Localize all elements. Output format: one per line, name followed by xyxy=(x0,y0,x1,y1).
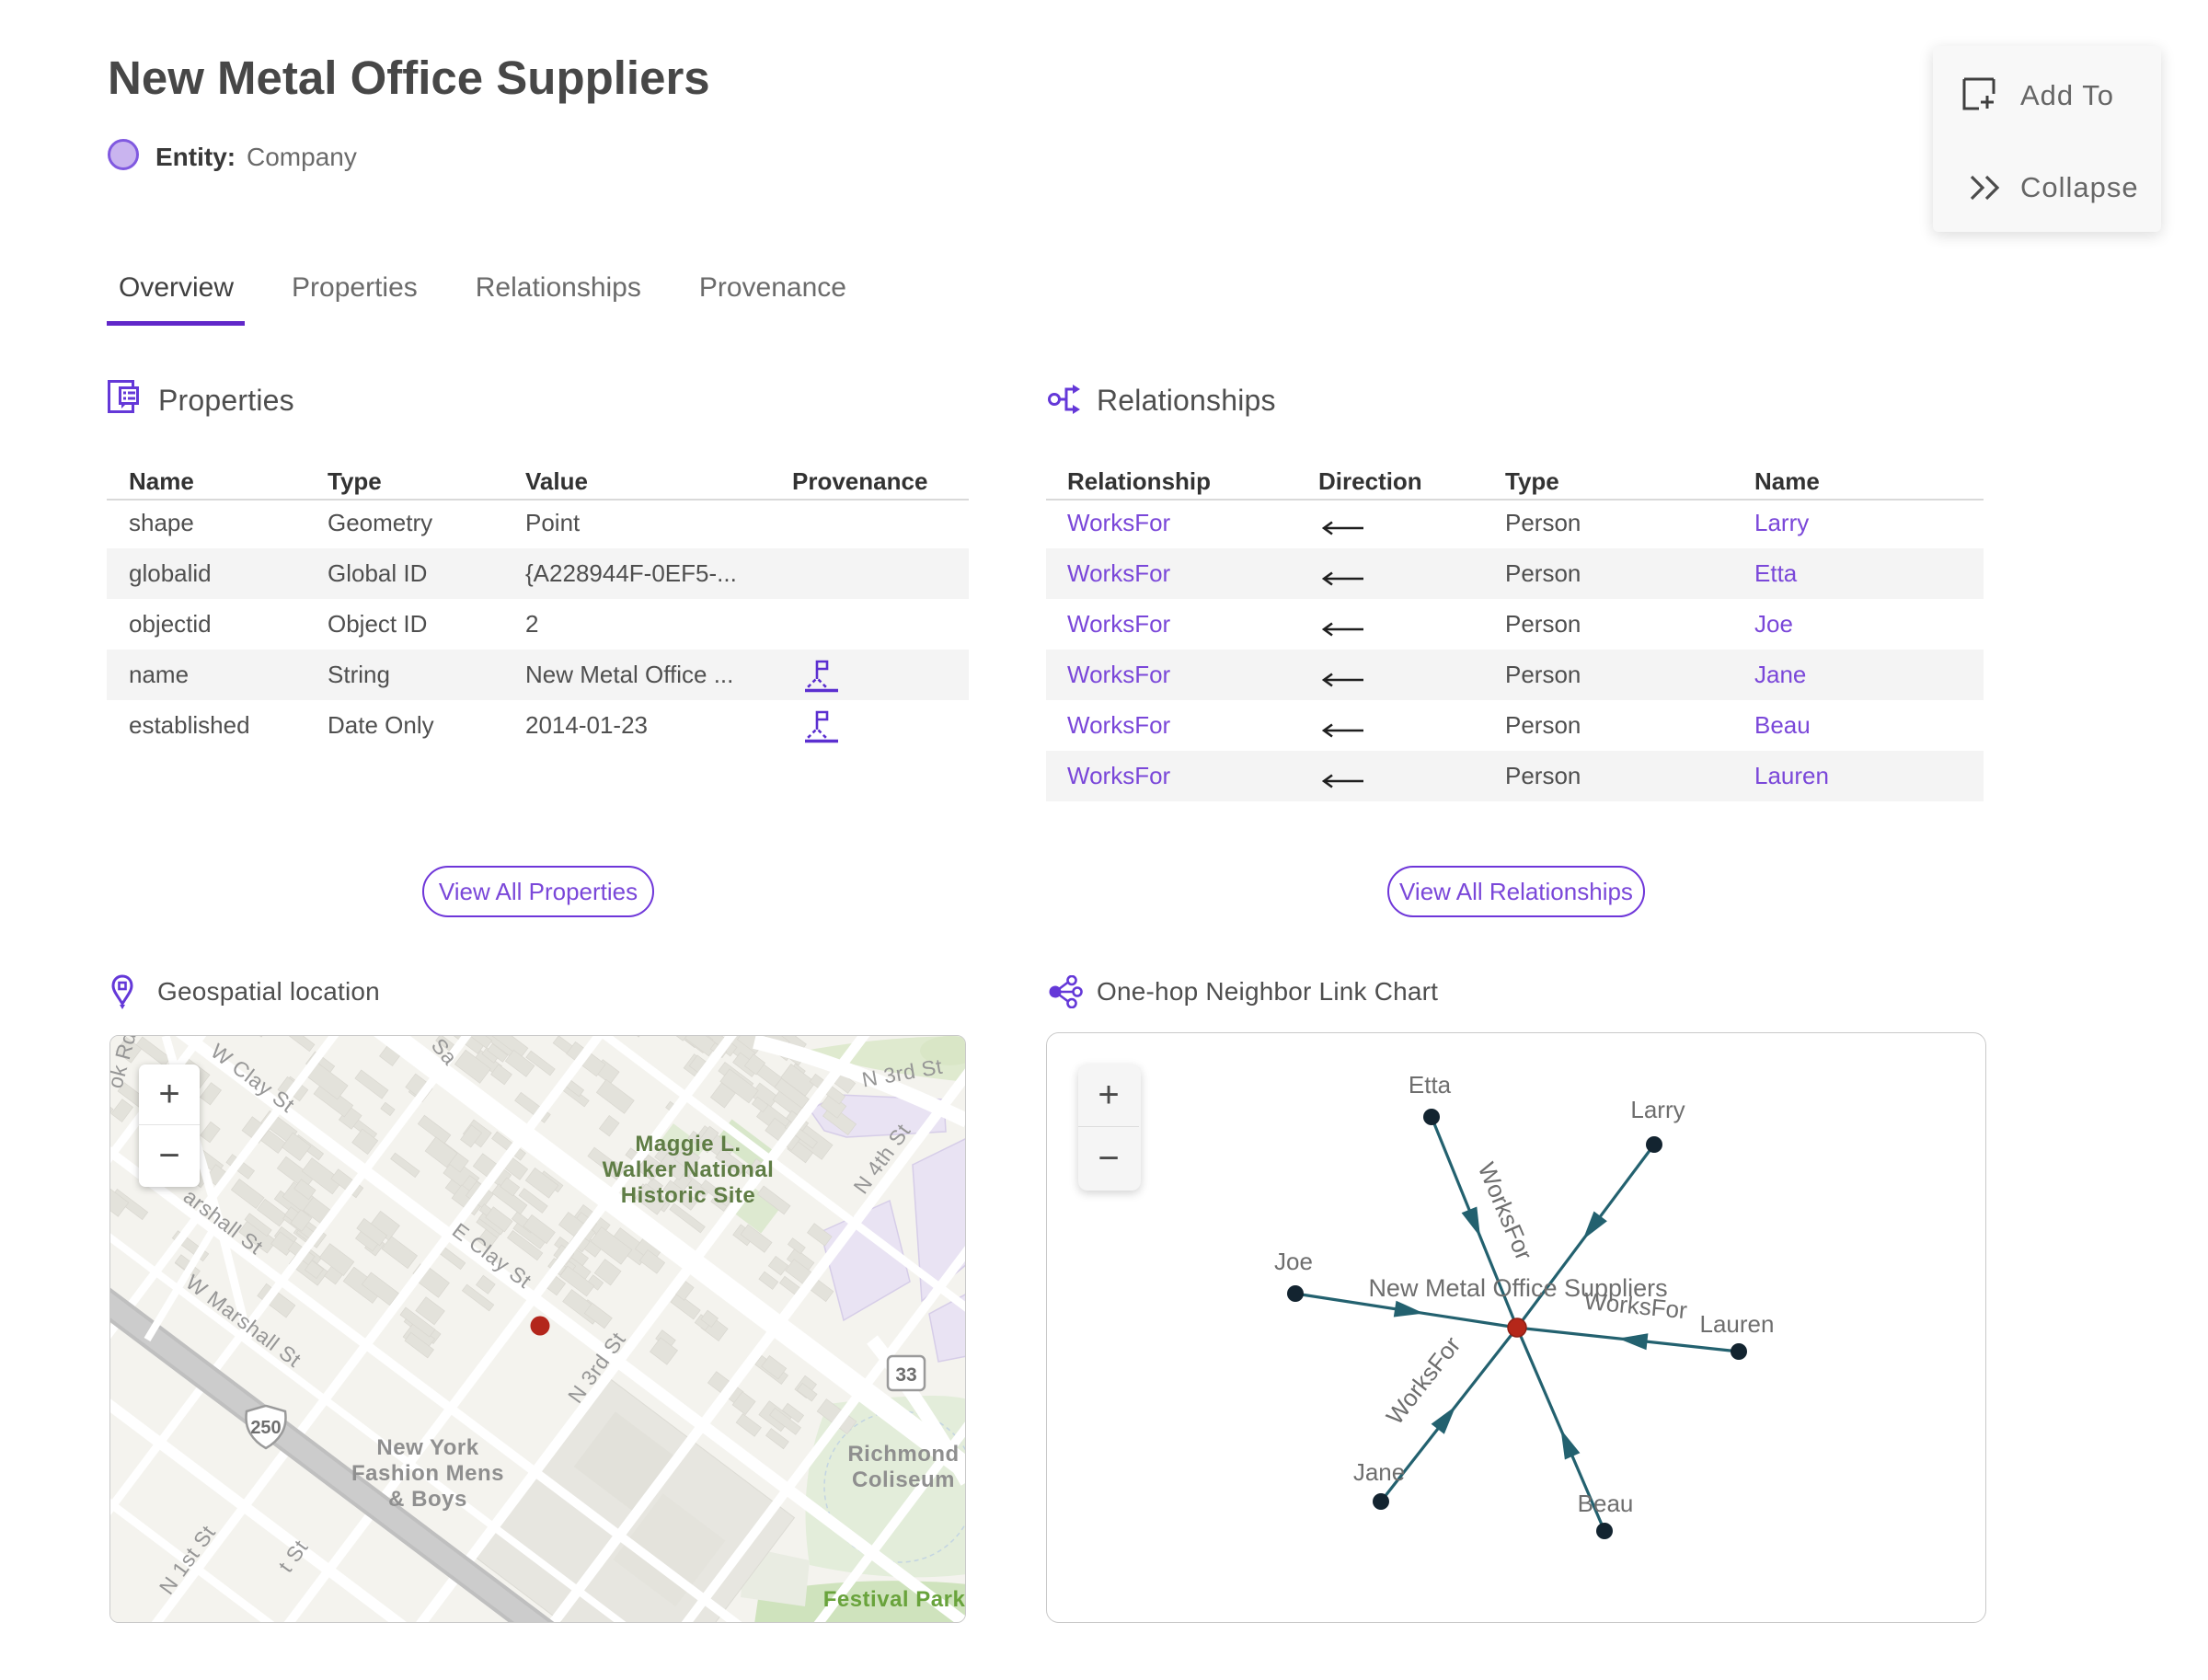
svg-text:Etta: Etta xyxy=(1409,1071,1452,1099)
svg-text:& Boys: & Boys xyxy=(388,1487,467,1512)
svg-text:Beau: Beau xyxy=(1578,1490,1634,1517)
svg-text:Coliseum: Coliseum xyxy=(852,1467,955,1492)
svg-text:250: 250 xyxy=(250,1418,281,1438)
svg-text:Maggie L.: Maggie L. xyxy=(635,1132,741,1156)
svg-text:Joe: Joe xyxy=(1274,1248,1313,1275)
svg-text:WorksFor: WorksFor xyxy=(1473,1158,1539,1264)
svg-text:New York: New York xyxy=(376,1435,478,1460)
svg-text:WorksFor: WorksFor xyxy=(1583,1287,1689,1325)
svg-text:Richmond: Richmond xyxy=(847,1442,959,1467)
svg-text:Lauren: Lauren xyxy=(1700,1310,1775,1338)
svg-text:WorksFor: WorksFor xyxy=(1381,1331,1466,1430)
svg-text:33: 33 xyxy=(895,1364,916,1386)
svg-text:Historic Site: Historic Site xyxy=(621,1183,756,1208)
svg-text:Walker National: Walker National xyxy=(603,1157,775,1182)
svg-text:Festival Park: Festival Park xyxy=(823,1587,966,1612)
svg-text:Jane: Jane xyxy=(1353,1458,1405,1486)
svg-text:Larry: Larry xyxy=(1630,1096,1685,1123)
svg-text:Fashion Mens: Fashion Mens xyxy=(351,1461,504,1486)
